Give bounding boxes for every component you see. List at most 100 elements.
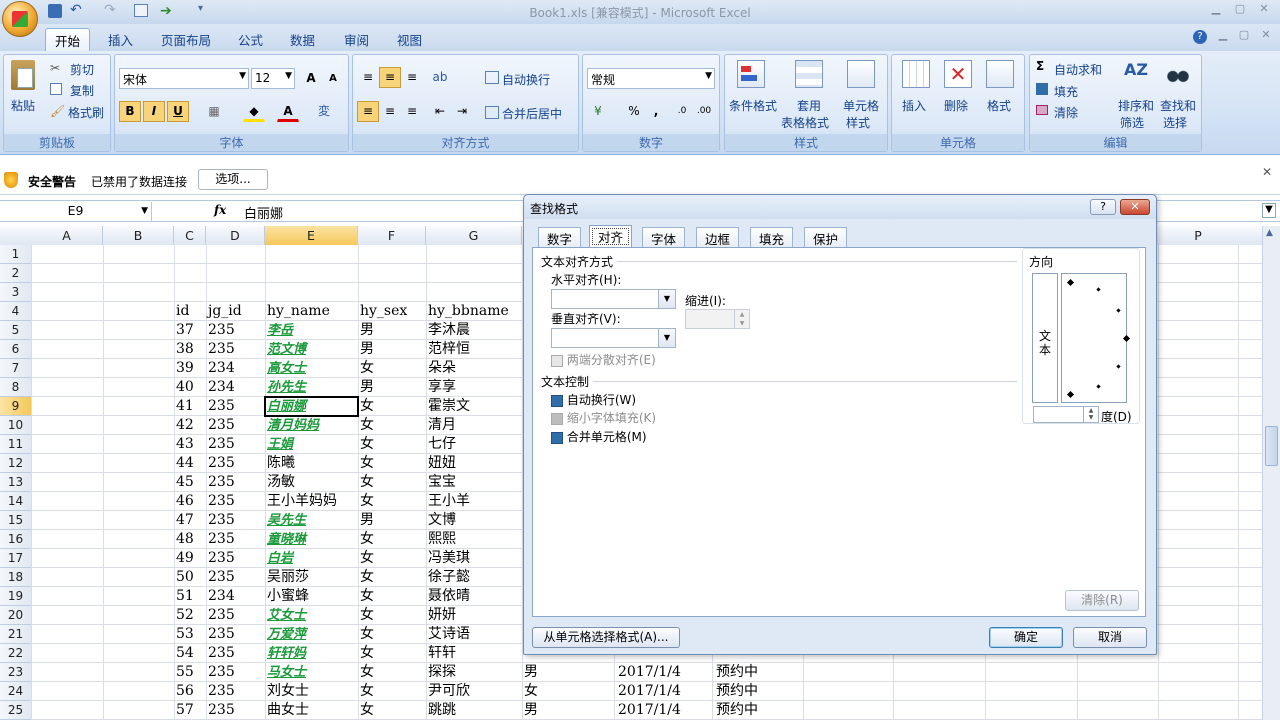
cell[interactable]: 54 (176, 644, 206, 663)
cell[interactable]: hy_name (267, 302, 357, 321)
vertical-text-box[interactable]: 文本 (1032, 273, 1058, 403)
row-header[interactable]: 3 (0, 283, 31, 302)
copy-button[interactable]: 复制 (70, 82, 94, 99)
col-p-header[interactable]: P (1158, 226, 1238, 245)
cell[interactable]: 38 (176, 340, 206, 359)
dialog-tab-border[interactable]: 边框 (696, 227, 740, 247)
col-c-header[interactable]: C (174, 226, 206, 245)
cell[interactable]: 小蜜蜂 (267, 587, 357, 606)
cell[interactable]: 235 (208, 644, 264, 663)
row-header[interactable]: 6 (0, 340, 31, 359)
italic-icon[interactable]: I (143, 101, 165, 122)
format-cells-button[interactable]: 格式 (987, 97, 1011, 114)
tab-home[interactable]: 开始 (45, 28, 91, 51)
row-header[interactable]: 11 (0, 435, 31, 454)
cell[interactable]: 王小羊 (428, 492, 522, 511)
cell[interactable]: 234 (208, 378, 264, 397)
col-g-header[interactable]: G (426, 226, 522, 245)
cell[interactable]: 女 (524, 682, 538, 701)
cell[interactable]: 57 (176, 701, 206, 720)
cell[interactable]: 女 (360, 663, 424, 682)
cell[interactable]: 轩轩妈 (267, 644, 357, 663)
cell[interactable]: 235 (208, 606, 264, 625)
cell[interactable]: 享享 (428, 378, 522, 397)
clear-button[interactable]: 清除(R) (1065, 590, 1139, 611)
align-bottom-icon[interactable]: ≡ (401, 67, 423, 88)
delete-cells-button[interactable]: 删除 (944, 97, 968, 114)
cell[interactable]: 45 (176, 473, 206, 492)
orientation-icon[interactable]: ab (429, 67, 451, 88)
close-icon[interactable]: ✕ (1262, 165, 1272, 179)
col-b-header[interactable]: B (103, 226, 174, 245)
cell[interactable]: 234 (208, 587, 264, 606)
cell[interactable]: 女 (360, 435, 424, 454)
cell[interactable]: 曲女士 (267, 701, 357, 720)
cell[interactable]: 女 (360, 606, 424, 625)
tab-formulas[interactable]: 公式 (229, 28, 272, 51)
percent-icon[interactable]: % (623, 101, 645, 122)
cell[interactable]: 44 (176, 454, 206, 473)
fx-icon[interactable]: fx (214, 203, 226, 217)
align-left-icon[interactable]: ≡ (357, 101, 379, 122)
autosum-button[interactable]: 自动求和 (1054, 61, 1102, 78)
border-icon[interactable]: ▦ (203, 101, 225, 122)
insert-cells-button[interactable]: 插入 (902, 97, 926, 114)
cell[interactable]: 49 (176, 549, 206, 568)
cell[interactable]: hy_sex (360, 302, 424, 321)
sort-filter-line2[interactable]: 筛选 (1120, 114, 1144, 131)
ribbon-restore-button[interactable]: ▢ (1233, 28, 1255, 44)
vertical-scrollbar[interactable]: ▲ (1262, 226, 1280, 720)
col-e-header[interactable]: E (265, 226, 358, 245)
cell[interactable]: 48 (176, 530, 206, 549)
bold-icon[interactable]: B (119, 101, 141, 122)
cell[interactable]: 男 (360, 378, 424, 397)
tab-page-layout[interactable]: 页面布局 (152, 28, 220, 51)
phonetic-icon[interactable]: 変 (313, 101, 335, 122)
cell[interactable]: 235 (208, 492, 264, 511)
cell[interactable]: 女 (360, 359, 424, 378)
merge-checkbox[interactable]: 合并单元格(M) (551, 428, 647, 445)
cell[interactable]: 马女士 (267, 663, 357, 682)
cell[interactable]: 聂依晴 (428, 587, 522, 606)
cell[interactable]: 跳跳 (428, 701, 522, 720)
row-header[interactable]: 2 (0, 264, 31, 283)
shrink-checkbox[interactable]: 缩小字体填充(K) (551, 409, 656, 426)
row-header[interactable]: 19 (0, 587, 31, 606)
decrease-decimal-icon[interactable]: .00 (693, 101, 715, 122)
decrease-indent-icon[interactable]: ⇤ (429, 101, 451, 122)
cell[interactable]: 53 (176, 625, 206, 644)
cell[interactable]: 孙先生 (267, 378, 357, 397)
wrap-checkbox[interactable]: 自动换行(W) (551, 391, 636, 408)
cell[interactable]: 吴丽莎 (267, 568, 357, 587)
vertical-select[interactable]: ▼ (551, 328, 676, 348)
cell[interactable]: 朵朵 (428, 359, 522, 378)
ribbon-minimize-button[interactable]: ▁ (1212, 28, 1234, 44)
scroll-thumb[interactable] (1265, 426, 1278, 466)
cell[interactable]: 李沐晨 (428, 321, 522, 340)
cell[interactable]: 女 (360, 625, 424, 644)
cell[interactable]: 42 (176, 416, 206, 435)
dialog-close-button[interactable]: ✕ (1120, 199, 1150, 215)
underline-icon[interactable]: U (167, 101, 189, 122)
cell[interactable]: 2017/1/4 (618, 663, 681, 682)
tab-review[interactable]: 审阅 (335, 28, 378, 51)
cell[interactable]: 预约中 (716, 682, 758, 701)
cell[interactable]: 轩轩 (428, 644, 522, 663)
cell[interactable]: jg_id (208, 302, 264, 321)
row-header[interactable]: 20 (0, 606, 31, 625)
cell[interactable]: 235 (208, 511, 264, 530)
cut-button[interactable]: 剪切 (70, 61, 94, 78)
row-header[interactable]: 17 (0, 549, 31, 568)
row-header[interactable]: 12 (0, 454, 31, 473)
cell[interactable]: 女 (360, 568, 424, 587)
name-box[interactable]: E9 ▼ (0, 202, 152, 221)
cell[interactable]: 陈曦 (267, 454, 357, 473)
paste-button[interactable]: 粘贴 (11, 97, 35, 114)
cell[interactable]: 男 (360, 321, 424, 340)
cell[interactable]: 37 (176, 321, 206, 340)
cell[interactable]: 女 (360, 682, 424, 701)
cell[interactable]: 235 (208, 454, 264, 473)
degrees-spinner[interactable]: ▲ ▼ (1033, 406, 1099, 423)
cell[interactable]: 47 (176, 511, 206, 530)
fill-color-icon[interactable]: ◆ (243, 101, 265, 122)
